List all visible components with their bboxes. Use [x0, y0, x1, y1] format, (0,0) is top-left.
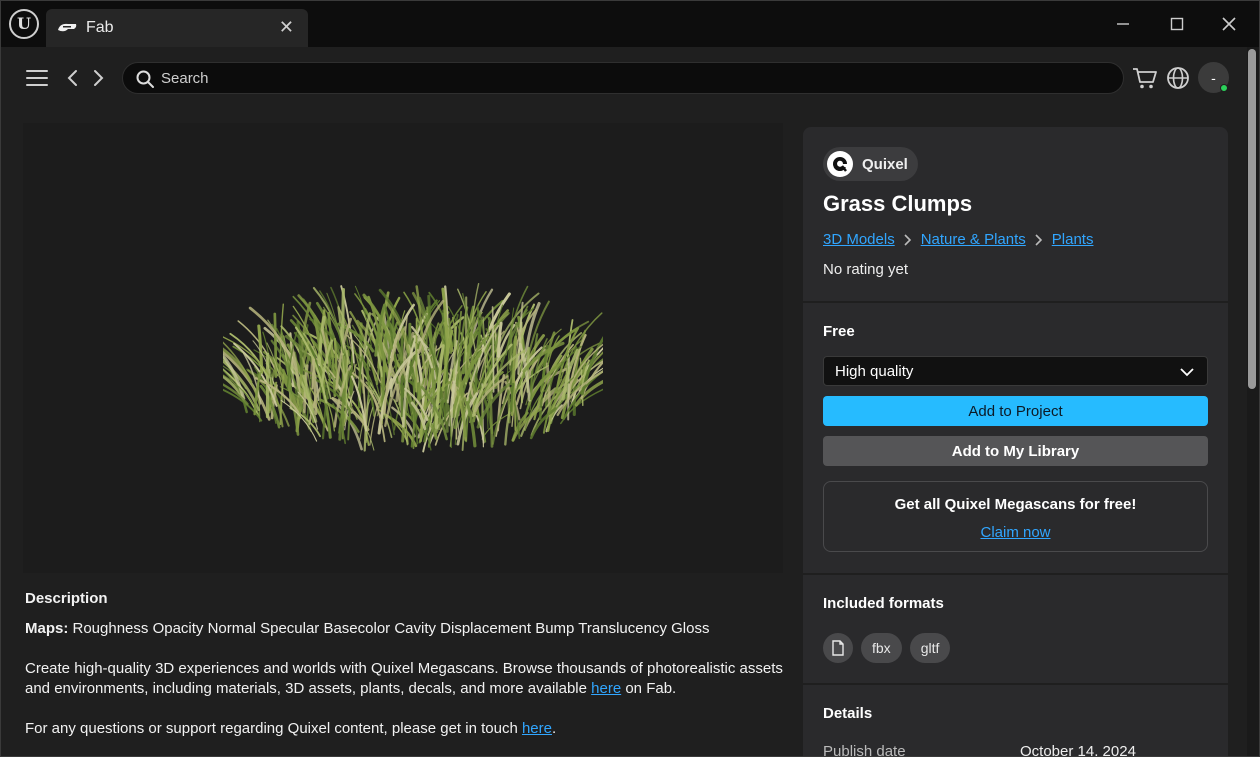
- search-input[interactable]: [161, 63, 1111, 93]
- forward-arrow-icon[interactable]: [88, 64, 110, 92]
- rating-text: No rating yet: [823, 261, 909, 278]
- paragraph-text: .: [552, 720, 557, 737]
- nav-bar: -: [1, 47, 1247, 109]
- description-paragraph: Create high-quality 3D experiences and w…: [25, 659, 785, 699]
- file-icon[interactable]: [823, 633, 853, 663]
- format-chip-fbx[interactable]: fbx: [861, 633, 902, 663]
- add-to-library-button[interactable]: Add to My Library: [823, 436, 1208, 466]
- divider: [803, 301, 1228, 303]
- back-arrow-icon[interactable]: [61, 64, 83, 92]
- globe-icon[interactable]: [1165, 64, 1191, 92]
- seller-chip[interactable]: Quixel: [823, 147, 918, 181]
- seller-name: Quixel: [862, 155, 908, 173]
- promo-link-wrap: Claim now: [824, 524, 1207, 541]
- price-label: Free: [823, 323, 855, 340]
- paragraph-text: on Fab.: [621, 680, 677, 697]
- product-title: Grass Clumps: [823, 191, 973, 216]
- online-status-dot: [1220, 84, 1228, 92]
- scrollbar-thumb[interactable]: [1248, 49, 1256, 389]
- maps-value: Roughness Opacity Normal Specular Baseco…: [68, 620, 710, 637]
- quixel-logo-icon: [827, 151, 853, 177]
- window-close-icon[interactable]: [1209, 9, 1249, 39]
- maps-label: Maps:: [25, 620, 69, 637]
- megascans-link[interactable]: here: [591, 680, 621, 697]
- grass-blade: [491, 306, 495, 393]
- close-icon[interactable]: ✕: [279, 17, 294, 38]
- app-window: U Fab ✕ Search - Description Maps: Rough…: [0, 0, 1260, 757]
- grass-blade: [415, 317, 418, 393]
- cart-icon[interactable]: [1131, 64, 1159, 92]
- quality-selected-value: High quality: [835, 363, 914, 380]
- menu-icon[interactable]: [23, 64, 51, 92]
- support-link[interactable]: here: [522, 720, 552, 737]
- claim-now-link[interactable]: Claim now: [980, 524, 1050, 541]
- support-paragraph: For any questions or support regarding Q…: [25, 719, 785, 739]
- add-to-project-button[interactable]: Add to Project: [823, 396, 1208, 426]
- divider: [803, 573, 1228, 575]
- title-bar: U Fab ✕: [1, 1, 1259, 47]
- search-bar[interactable]: [122, 62, 1124, 94]
- maximize-icon[interactable]: [1157, 9, 1197, 39]
- paragraph-text: For any questions or support regarding Q…: [25, 720, 522, 737]
- detail-value: October 14, 2024: [1020, 743, 1136, 757]
- promo-title: Get all Quixel Megascans for free!: [894, 496, 1137, 513]
- chevron-down-icon: [1180, 368, 1194, 377]
- description-maps: Maps: Roughness Opacity Normal Specular …: [25, 619, 785, 639]
- tab-title: Fab: [86, 19, 114, 36]
- grass-clumps-preview-image: [223, 283, 603, 453]
- detail-label: Publish date: [823, 743, 906, 757]
- avatar-label: -: [1211, 69, 1216, 86]
- breadcrumb-nature-plants[interactable]: Nature & Plants: [921, 231, 1026, 248]
- format-chips: fbx gltf: [823, 633, 951, 663]
- breadcrumb-plants[interactable]: Plants: [1052, 231, 1094, 248]
- chevron-right-icon: [1035, 233, 1042, 246]
- search-icon: [136, 70, 154, 88]
- asset-preview[interactable]: [23, 123, 783, 573]
- chevron-right-icon: [904, 233, 911, 246]
- megascans-promo: Get all Quixel Megascans for free! Claim…: [823, 481, 1208, 552]
- description-title: Description: [25, 590, 108, 607]
- quality-select[interactable]: High quality: [823, 356, 1208, 386]
- product-panel: Quixel Grass Clumps 3D Models Nature & P…: [803, 127, 1228, 757]
- breadcrumb: 3D Models Nature & Plants Plants: [823, 231, 1093, 248]
- tab-fab[interactable]: Fab ✕: [46, 9, 308, 47]
- unreal-logo-icon[interactable]: U: [9, 9, 39, 39]
- minimize-icon[interactable]: [1103, 9, 1143, 39]
- divider: [803, 683, 1228, 685]
- format-chip-gltf[interactable]: gltf: [909, 633, 951, 663]
- formats-title: Included formats: [823, 595, 944, 612]
- fab-logo-icon: [58, 23, 77, 32]
- breadcrumb-3d-models[interactable]: 3D Models: [823, 231, 895, 248]
- avatar[interactable]: -: [1198, 62, 1229, 93]
- description-section: Description Maps: Roughness Opacity Norm…: [25, 589, 785, 739]
- details-title: Details: [823, 705, 873, 722]
